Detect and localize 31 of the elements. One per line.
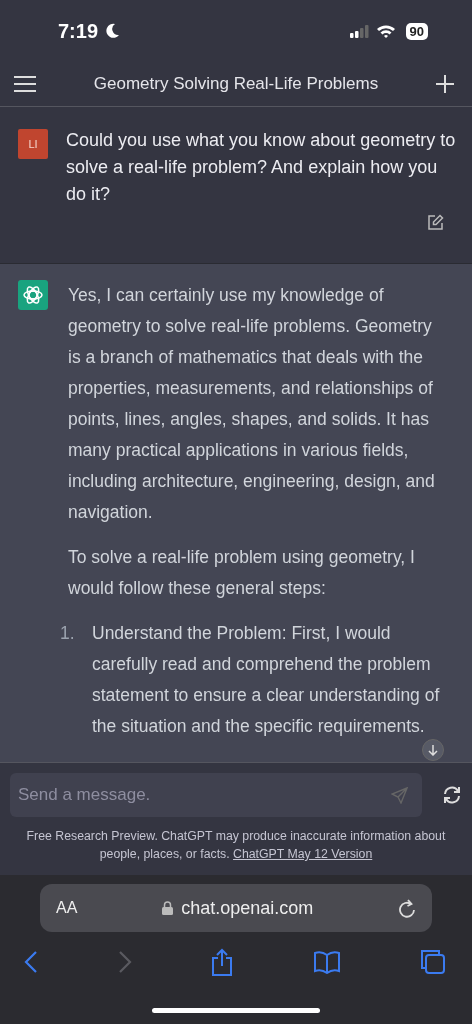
wifi-icon (375, 24, 396, 38)
url-text: chat.openai.com (181, 897, 314, 919)
assistant-paragraph: To solve a real-life problem using geometry, I would follow these general steps: (68, 546, 416, 600)
assistant-logo-icon (18, 280, 48, 310)
arrow-down-icon (427, 744, 439, 756)
address-bar[interactable]: AA chat.openai.com (40, 884, 432, 932)
book-icon[interactable] (312, 950, 341, 974)
list-item-text: Understand the Problem: First, I would carefully read and comprehend the problem statement to ensure a clear understanding of the situation and the specific requirements. (92, 622, 441, 738)
menu-icon[interactable] (14, 76, 36, 92)
chat-title: Geometry Solving Real-Life Problems (93, 74, 379, 94)
share-icon[interactable] (211, 948, 233, 976)
disclaimer-text: Free Research Preview. ChatGPT may produce inaccurate information about people, places, or facts. ChatGPT May 12 Version (25, 828, 447, 863)
scroll-down-button[interactable] (422, 739, 444, 761)
reload-icon[interactable] (398, 898, 416, 918)
status-time: 7:19 (58, 19, 99, 43)
battery-indicator: 90 (405, 22, 428, 40)
text-size-button[interactable]: AA (56, 899, 78, 917)
user-message: Could you use what you know about geometry to solve a real-life problem? And explain how you do it? (66, 129, 456, 206)
regenerate-icon[interactable] (442, 786, 462, 804)
assistant-paragraph: Yes, I can certainly use my knowledge of geometry to solve real-life problems. Geometry is a branch of mathematics that deals with the properties, measurements, and relationships of points, lines, angles, shapes, and solids. It has many practical applications in various fields, including architecture, engineering, design, and navigation. (68, 284, 436, 524)
user-avatar: LI (18, 129, 48, 159)
tabs-icon[interactable] (420, 949, 446, 975)
lock-icon (162, 901, 174, 915)
version-link[interactable]: ChatGPT May 12 Version (233, 847, 373, 861)
message-input[interactable]: Send a message. (10, 773, 422, 817)
plus-icon[interactable] (436, 75, 454, 93)
moon-icon (106, 23, 121, 39)
back-icon[interactable] (24, 950, 38, 974)
signal-icon (349, 24, 370, 38)
edit-icon[interactable] (427, 214, 444, 231)
list-number: 1. (60, 622, 76, 645)
